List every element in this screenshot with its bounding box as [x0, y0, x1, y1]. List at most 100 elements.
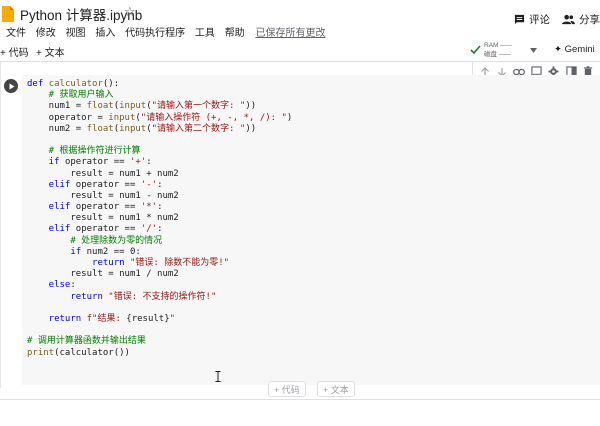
code-line: result = num1 - num2: [27, 191, 292, 202]
code-line: return "错误: 不支持的操作符!": [27, 292, 292, 303]
code-token: elif: [27, 179, 76, 190]
star-icon[interactable]: ☆: [124, 4, 136, 20]
connected-check-icon: [470, 45, 481, 55]
gemini-button[interactable]: ✦ Gemini: [554, 44, 595, 55]
divider: [0, 399, 600, 400]
comment-button[interactable]: 评论: [514, 12, 550, 27]
menu-view[interactable]: 视图: [66, 28, 86, 39]
code-token: elif: [27, 224, 76, 235]
code-line: result = num1 / num2: [27, 269, 292, 280]
code-token: :: [157, 224, 163, 235]
comment-icon: [514, 14, 525, 25]
gemini-label: Gemini: [564, 44, 595, 55]
code-line: else:: [27, 280, 292, 291]
header: Python 计算器.ipynb ☆ 文件 修改 视图 插入 代码执行程序 工具…: [0, 0, 600, 40]
ram-label: RAM: [484, 42, 499, 49]
menu-insert[interactable]: 插入: [95, 28, 115, 39]
disk-bar: [499, 53, 511, 55]
code-token: operator ==: [64, 157, 130, 168]
code-token: :: [70, 280, 76, 291]
code-token: operator ==: [75, 224, 141, 235]
code-line: result = num1 * num2: [27, 213, 292, 224]
code-token: "错误: 不支持的操作符!": [108, 291, 217, 302]
code-token: operator ==: [75, 179, 141, 190]
code-line: operator = input("请输入操作符 (+, -, *, /): "…: [27, 112, 293, 124]
code-token: ():: [102, 79, 120, 89]
code-token: input: [119, 123, 147, 134]
cell-gutter: [0, 62, 1, 388]
code-line: num2 = float(input("请输入第二个数字: ")): [27, 124, 292, 135]
code-token: return: [27, 313, 87, 324]
menu-bar: 文件 修改 视图 插入 代码执行程序 工具 帮助 已保存所有更改: [6, 24, 332, 39]
add-text-button[interactable]: + 文本: [36, 44, 65, 59]
mouse-ibeam-cursor: [215, 371, 221, 382]
code-token: '*': [140, 202, 158, 213]
share-label: 分享: [579, 14, 600, 26]
add-code-button[interactable]: + 代码: [0, 44, 29, 59]
colab-logo-icon: [2, 6, 14, 22]
menu-edit[interactable]: 修改: [36, 28, 56, 39]
code-token: "请输入操作符 (+, -, *, /): ": [140, 112, 287, 123]
code-token: ): [286, 112, 293, 123]
code-token: result = num1 / num2: [27, 269, 179, 280]
ram-bar: [500, 44, 513, 46]
code-token: result = num1 + num2: [27, 168, 179, 179]
notebook-toolbar: + 代码 + 文本 RAM 磁盘 ✦ Gemini: [0, 40, 600, 62]
code-token: elif: [27, 202, 76, 213]
add-code-below-button[interactable]: + 代码: [268, 381, 306, 397]
code-token: float: [86, 101, 114, 112]
code-token: return: [27, 258, 130, 268]
code-line: return "错误: 除数不能为零!": [27, 258, 292, 269]
code-line: if operator == '+':: [27, 157, 292, 168]
code-line: def calculator():: [27, 79, 292, 90]
code-token: num2 == 0:: [86, 246, 141, 257]
code-token: # 调用计算器函数并输出结果: [27, 336, 146, 347]
code-token: :: [157, 179, 163, 190]
code-token: if: [27, 246, 87, 257]
saved-status-link[interactable]: 已保存所有更改: [255, 28, 325, 39]
code-line: num1 = float(input("请输入第一个数字: ")): [27, 101, 292, 112]
share-button[interactable]: 分享: [562, 12, 600, 27]
chevron-down-icon[interactable]: [530, 48, 537, 53]
code-token: input: [119, 101, 147, 112]
menu-tools[interactable]: 工具: [195, 28, 215, 39]
resource-monitor[interactable]: RAM 磁盘: [484, 41, 513, 59]
code-token: if: [27, 157, 65, 168]
code-line: return f"结果: {result}": [27, 314, 292, 325]
code-token: input: [108, 112, 136, 123]
menu-file[interactable]: 文件: [6, 28, 26, 39]
comment-label: 评论: [529, 14, 550, 26]
code-line: # 根据操作符进行计算: [27, 146, 292, 157]
code-line: print(calculator()): [27, 348, 292, 359]
people-icon: [562, 14, 575, 25]
code-token: calculator: [48, 79, 103, 89]
code-token: '-': [140, 179, 158, 190]
code-token: )): [245, 123, 257, 134]
code-token: result = num1 - num2: [27, 190, 179, 201]
code-token: num1 =: [27, 101, 87, 112]
menu-help[interactable]: 帮助: [225, 28, 245, 39]
code-line: elif operator == '-':: [27, 180, 292, 191]
code-line: result = num1 + num2: [27, 169, 292, 180]
code-line: elif operator == '/':: [27, 224, 292, 235]
code-token: {result}: [126, 313, 170, 324]
code-line: # 获取用户输入: [27, 90, 292, 101]
code-token: ": [169, 313, 176, 324]
code-token: num2 =: [27, 123, 87, 134]
code-token: def: [27, 79, 49, 89]
run-cell-button[interactable]: [4, 79, 18, 93]
code-token: )): [245, 101, 257, 112]
menu-runtime[interactable]: 代码执行程序: [125, 28, 185, 39]
code-token: :: [157, 202, 163, 213]
code-token: (calculator()): [54, 347, 130, 358]
code-token: operator ==: [75, 202, 141, 213]
code-line: # 调用计算器函数并输出结果: [27, 336, 292, 347]
add-text-below-button[interactable]: + 文本: [317, 381, 355, 397]
code-token: :: [146, 157, 152, 168]
code-editor[interactable]: def calculator(): # 获取用户输入 num1 = float(…: [27, 79, 292, 359]
code-token: # 处理除数为零的情况: [27, 235, 163, 246]
code-token: '/': [140, 224, 158, 235]
